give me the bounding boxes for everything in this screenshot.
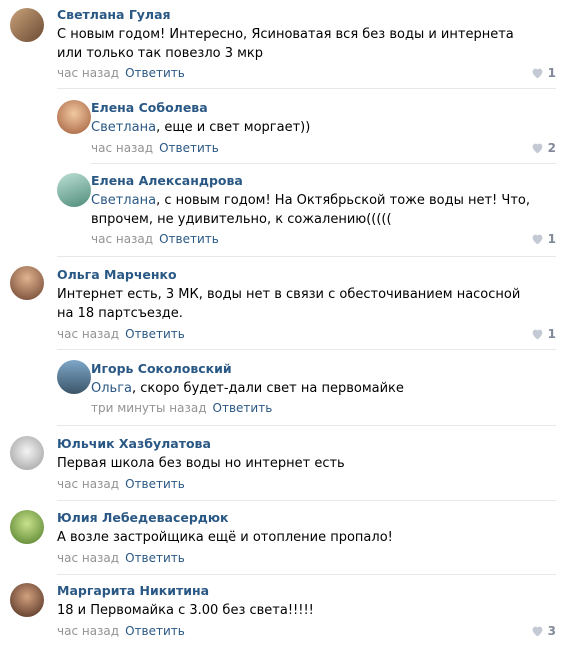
avatar[interactable] <box>10 436 44 470</box>
separator <box>57 425 556 426</box>
comment-meta: час назад Ответить <box>57 477 185 491</box>
like-count: 1 <box>547 232 556 246</box>
reply-button[interactable]: Ответить <box>213 401 273 415</box>
avatar[interactable] <box>57 360 91 394</box>
like-count: 1 <box>547 66 556 80</box>
comment-body: , еще и свет моргает)) <box>156 120 311 135</box>
comment-time[interactable]: три минуты назад <box>91 401 207 415</box>
comment-meta: час назад Ответить <box>57 624 185 638</box>
separator <box>57 256 556 257</box>
comment-author[interactable]: Маргарита Никитина <box>57 583 209 598</box>
reply-button[interactable]: Ответить <box>125 66 185 80</box>
reply-button[interactable]: Ответить <box>159 141 219 155</box>
comment-time[interactable]: час назад <box>91 232 153 246</box>
comment-meta: час назад Ответить <box>57 551 185 565</box>
reply-button[interactable]: Ответить <box>125 477 185 491</box>
separator <box>57 349 556 350</box>
mention-link[interactable]: Ольга <box>91 381 132 396</box>
comment-meta: три минуты назад Ответить <box>91 401 272 415</box>
comment-author[interactable]: Елена Александрова <box>91 173 243 188</box>
separator <box>91 163 556 164</box>
avatar[interactable] <box>10 510 44 544</box>
comment-text: С новым годом! Интересно, Ясиноватая вся… <box>57 27 514 61</box>
reply-button[interactable]: Ответить <box>125 327 185 341</box>
like-count: 2 <box>547 141 556 155</box>
comment-body: , с новым годом! На Октябрьской тоже вод… <box>91 193 530 227</box>
comment-text: 18 и Первомайка с 3.00 без света!!!!! <box>57 603 314 618</box>
like-button[interactable]: 1 <box>531 232 556 246</box>
comment-time[interactable]: час назад <box>57 477 119 491</box>
comment-meta: час назад Ответить <box>91 232 219 246</box>
comment-time[interactable]: час назад <box>57 551 119 565</box>
avatar[interactable] <box>10 8 44 42</box>
like-button[interactable]: 1 <box>531 66 556 80</box>
comment-author[interactable]: Юлия Лебедевасердюк <box>57 510 229 525</box>
comment-text: Первая школа без воды но интернет есть <box>57 456 345 471</box>
comment-time[interactable]: час назад <box>57 624 119 638</box>
comment-time[interactable]: час назад <box>91 141 153 155</box>
comment-author[interactable]: Игорь Соколовский <box>91 361 232 376</box>
comment-text: Светлана, с новым годом! На Октябрьской … <box>91 191 531 229</box>
comment-meta: час назад Ответить <box>91 141 219 155</box>
comment-body: , скоро будет-дали свет на первомайке <box>132 381 404 396</box>
separator <box>57 574 556 575</box>
separator <box>57 88 556 89</box>
avatar[interactable] <box>57 100 91 134</box>
heart-icon <box>532 329 543 340</box>
comment-meta: час назад Ответить <box>57 66 185 80</box>
mention-link[interactable]: Светлана <box>91 193 156 208</box>
like-button[interactable]: 2 <box>531 141 556 155</box>
comment-time[interactable]: час назад <box>57 66 119 80</box>
heart-icon <box>532 234 543 245</box>
comment-author[interactable]: Ольга Марченко <box>57 267 177 282</box>
heart-icon <box>532 68 543 79</box>
like-count: 3 <box>547 624 556 638</box>
avatar[interactable] <box>10 583 44 617</box>
comment-text: Интернет есть, 3 МК, воды нет в связи с … <box>57 287 521 321</box>
heart-icon <box>532 626 543 637</box>
avatar[interactable] <box>10 266 44 300</box>
reply-button[interactable]: Ответить <box>159 232 219 246</box>
like-count: 1 <box>547 327 556 341</box>
mention-link[interactable]: Светлана <box>91 120 156 135</box>
comment-text: Светлана, еще и свет моргает)) <box>91 118 541 137</box>
comment-meta: час назад Ответить <box>57 327 185 341</box>
comment-time[interactable]: час назад <box>57 327 119 341</box>
avatar[interactable] <box>57 173 91 207</box>
separator <box>57 500 556 501</box>
comment-text: А возле застройщика ещё и отопление проп… <box>57 530 393 545</box>
comment-author[interactable]: Светлана Гулая <box>57 7 171 22</box>
comment-author[interactable]: Юльчик Хазбулатова <box>57 436 211 451</box>
like-button[interactable]: 3 <box>531 624 556 638</box>
heart-icon <box>532 143 543 154</box>
like-button[interactable]: 1 <box>531 327 556 341</box>
comment-author[interactable]: Елена Соболева <box>91 100 208 115</box>
reply-button[interactable]: Ответить <box>125 624 185 638</box>
reply-button[interactable]: Ответить <box>125 551 185 565</box>
comment-text: Ольга, скоро будет-дали свет на первомай… <box>91 379 541 398</box>
